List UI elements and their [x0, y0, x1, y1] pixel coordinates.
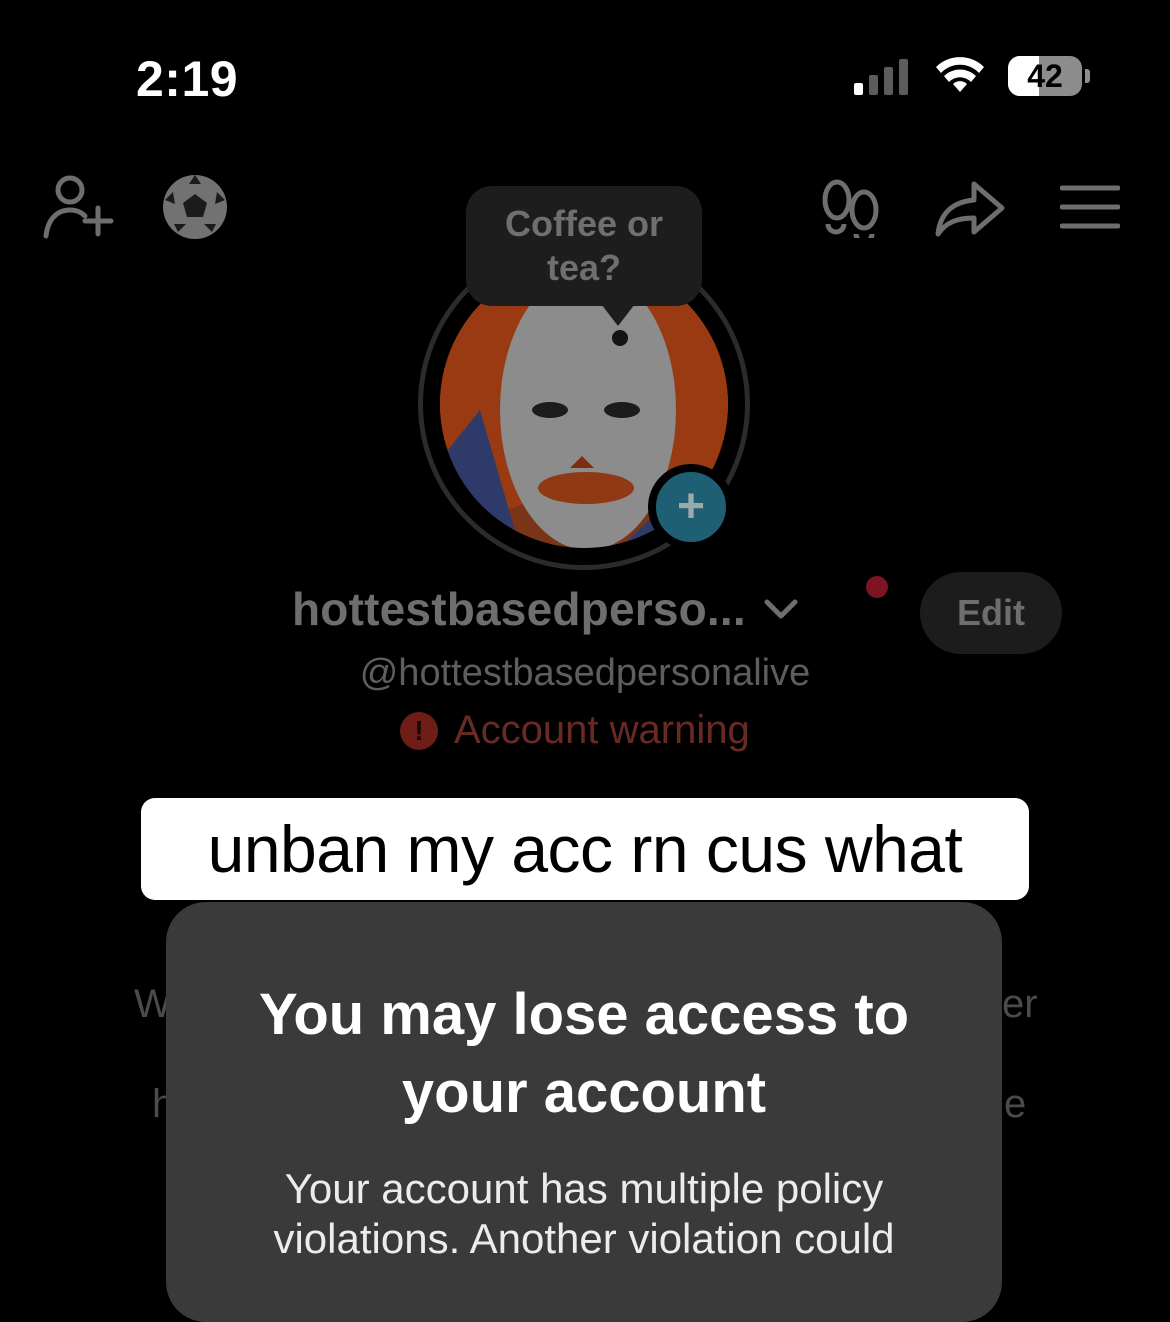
profile-handle: @hottestbasedpersonalive [359, 652, 811, 694]
add-story-plus-icon[interactable]: + [648, 464, 734, 550]
note-bubble[interactable]: Coffee or tea? [466, 186, 702, 306]
bg-text-fragment: er [1002, 982, 1038, 1026]
warning-icon: ! [400, 711, 438, 750]
battery-icon: 42 [1008, 56, 1090, 96]
menu-icon[interactable] [1060, 184, 1120, 230]
edit-profile-label: Edit [957, 592, 1025, 633]
username-row[interactable]: hottestbasedperso... [292, 582, 798, 636]
modal-body: Your account has multiple policy violati… [236, 1164, 932, 1264]
account-warning-label: Account warning [454, 708, 750, 752]
cellular-signal-icon [854, 59, 908, 95]
note-bubble-tail [598, 300, 638, 346]
footprints-icon[interactable] [820, 178, 882, 238]
display-name: hottestbasedperso... [292, 583, 746, 635]
edit-profile-button[interactable]: Edit [920, 572, 1062, 654]
modal-body-line: Your account has multiple policy [284, 1165, 884, 1212]
notification-dot [866, 576, 888, 598]
soccer-ball-icon[interactable] [160, 172, 230, 242]
modal-title-line: You may lose access to [258, 982, 910, 1047]
chevron-down-icon[interactable] [764, 598, 798, 620]
share-icon[interactable] [934, 180, 1006, 238]
add-friend-icon[interactable] [42, 174, 114, 240]
modal-title: You may lose access to your account [166, 976, 1002, 1132]
modal-title-line: your account [401, 1060, 767, 1125]
caption-text: unban my acc rn cus what [141, 798, 1029, 900]
note-bubble-text: Coffee or tea? [504, 203, 663, 288]
account-warning-link[interactable]: ! Account warning [400, 708, 750, 753]
wifi-icon [936, 57, 984, 92]
status-icons: 42 [854, 56, 1090, 96]
status-time: 2:19 [136, 51, 239, 107]
account-warning-modal: You may lose access to your account Your… [166, 902, 1002, 1322]
bg-text-fragment: e [1004, 1082, 1027, 1126]
modal-body-line: violations. Another violation could [273, 1215, 895, 1262]
caption-label: unban my acc rn cus what [207, 812, 963, 886]
battery-level: 42 [1027, 57, 1063, 94]
